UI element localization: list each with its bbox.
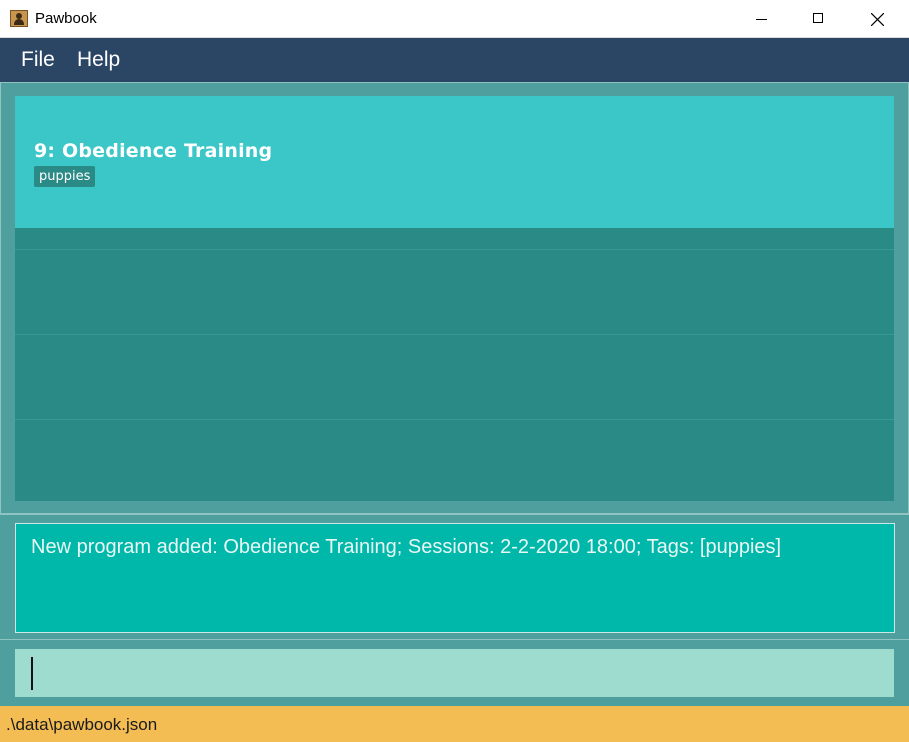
- list-row-divider: [15, 249, 894, 250]
- text-caret: [31, 657, 33, 690]
- status-bar: .\data\pawbook.json: [0, 706, 909, 742]
- menu-help[interactable]: Help: [77, 48, 120, 72]
- menu-bar: File Help: [0, 38, 909, 82]
- tag-badge: puppies: [34, 166, 96, 187]
- maximize-button[interactable]: [796, 0, 842, 38]
- close-button[interactable]: [855, 0, 901, 38]
- list-row-divider: [15, 334, 894, 335]
- window-titlebar: Pawbook: [0, 0, 909, 38]
- menu-file[interactable]: File: [21, 48, 55, 72]
- list-item[interactable]: 9: Obedience Training puppies: [15, 96, 894, 228]
- result-message: New program added: Obedience Training; S…: [31, 536, 782, 558]
- list-row-divider: [15, 419, 894, 420]
- close-icon: [871, 13, 884, 26]
- window-title: Pawbook: [35, 10, 97, 27]
- save-file-path: .\data\pawbook.json: [6, 715, 158, 734]
- minimize-button[interactable]: [740, 0, 786, 38]
- app-icon: [10, 10, 28, 27]
- result-display: New program added: Obedience Training; S…: [15, 523, 895, 633]
- command-input[interactable]: [15, 649, 894, 697]
- program-title: 9: Obedience Training: [34, 140, 273, 162]
